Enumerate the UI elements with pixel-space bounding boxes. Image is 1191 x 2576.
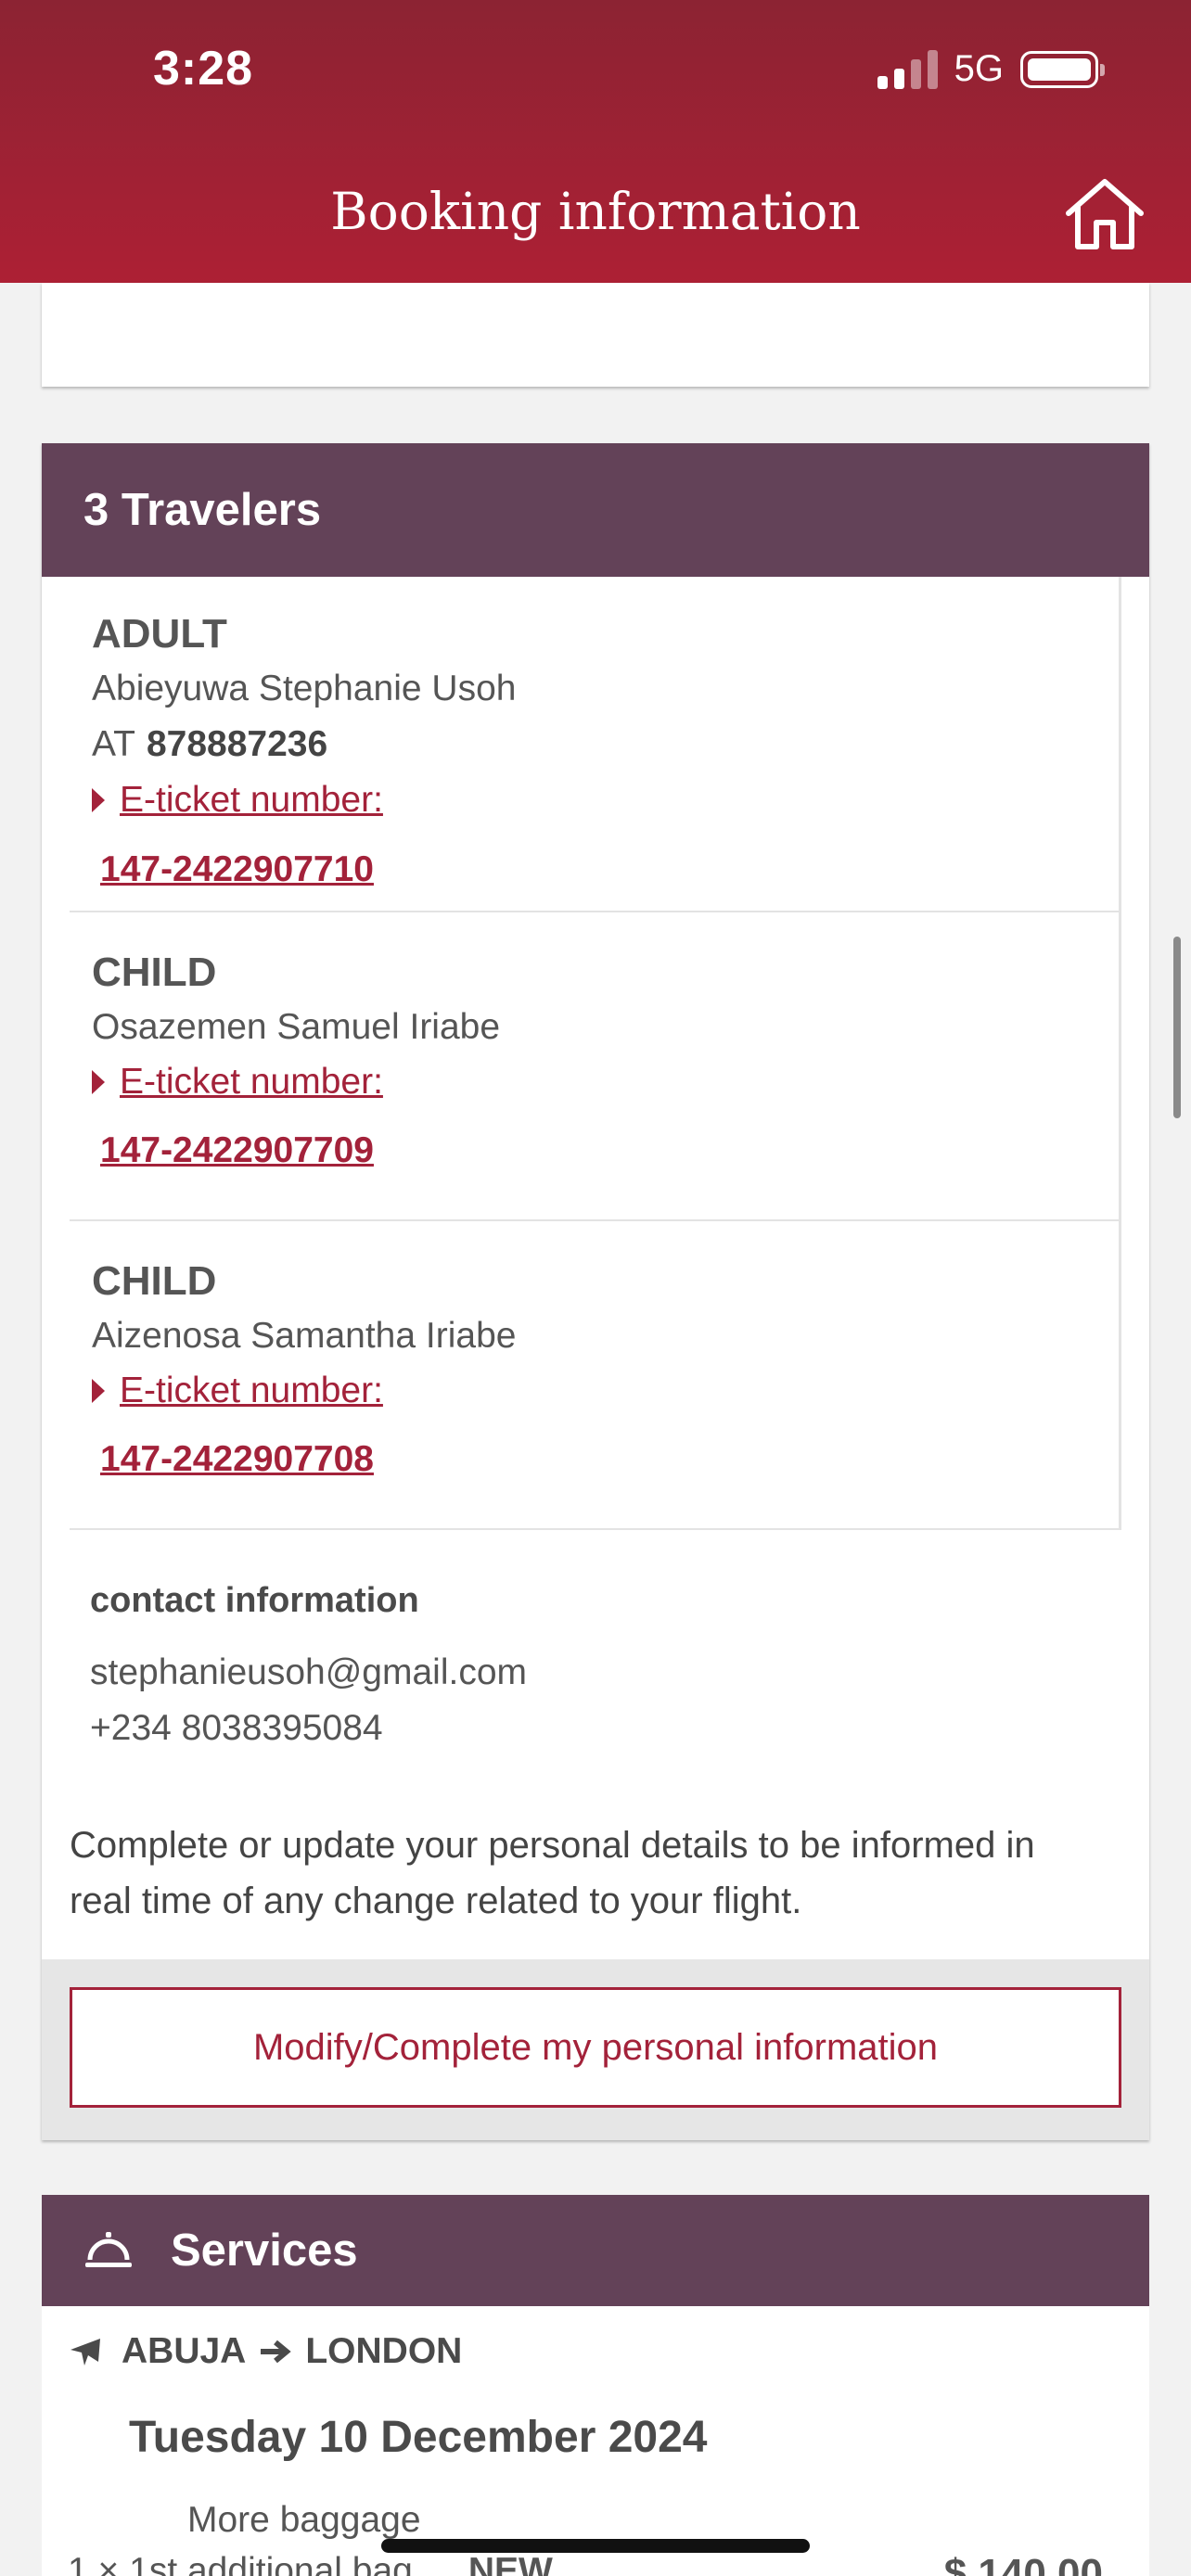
contact-email: stephanieusoh@gmail.com xyxy=(90,1652,528,1692)
previous-card xyxy=(42,283,1149,387)
traveler-document: AT 878887236 xyxy=(92,726,327,762)
traveler-item: CHILD Osazemen Samuel Iriabe E-ticket nu… xyxy=(70,912,1121,1221)
caret-right-icon xyxy=(92,1069,105,1094)
home-button[interactable] xyxy=(1063,176,1146,252)
service-item-price: $ 140.00 xyxy=(943,2551,1103,2576)
contact-phone: +234 8038395084 xyxy=(90,1708,383,1748)
document-number: 878887236 xyxy=(146,724,328,764)
traveler-type: CHILD xyxy=(92,1258,217,1304)
traveler-type: ADULT xyxy=(92,611,227,657)
travelers-list: ADULT Abieyuwa Stephanie Usoh AT 87888723… xyxy=(70,577,1121,1530)
flight-route: ABUJA LONDON xyxy=(68,2331,462,2372)
caret-right-icon xyxy=(92,787,105,812)
traveler-name: Osazemen Samuel Iriabe xyxy=(92,1007,501,1047)
scrollbar[interactable] xyxy=(1173,937,1181,1118)
service-item-badge: NEW xyxy=(467,2551,553,2576)
eticket-label: E-ticket number: xyxy=(120,1371,383,1410)
home-icon xyxy=(1066,179,1144,249)
travelers-card: 3 Travelers ADULT Abieyuwa Stephanie Uso… xyxy=(42,443,1149,2140)
service-item: 1 × 1st additional bag NEW $ 140.00 xyxy=(68,2551,1103,2576)
eticket-label: E-ticket number: xyxy=(120,1062,383,1102)
service-subheading: More baggage xyxy=(187,2500,421,2540)
plane-icon xyxy=(70,2339,100,2366)
status-indicators: 5G xyxy=(877,48,1105,90)
eticket-number[interactable]: 147-2422907708 xyxy=(100,1441,374,1477)
traveler-item: CHILD Aizenosa Samantha Iriabe E-ticket … xyxy=(70,1221,1121,1530)
page-title: Booking information xyxy=(330,182,861,241)
eticket-number[interactable]: 147-2422907710 xyxy=(100,851,374,887)
services-card: Services ABUJA LONDON Tuesday 10 Decembe… xyxy=(42,2195,1149,2576)
traveler-item: ADULT Abieyuwa Stephanie Usoh AT 87888723… xyxy=(70,577,1121,912)
app-header: 3:28 5G Booking information xyxy=(0,0,1191,283)
modify-area: Modify/Complete my personal information xyxy=(42,1959,1149,2140)
update-details-note: Complete or update your personal details… xyxy=(70,1825,1035,1921)
traveler-name: Abieyuwa Stephanie Usoh xyxy=(92,669,517,708)
battery-icon xyxy=(1020,50,1105,88)
eticket-label: E-ticket number: xyxy=(120,780,383,820)
home-indicator[interactable] xyxy=(381,2539,810,2553)
route-to: LONDON xyxy=(305,2331,463,2371)
eticket-toggle[interactable]: E-ticket number: xyxy=(92,1372,383,1409)
modify-personal-info-button[interactable]: Modify/Complete my personal information xyxy=(70,1987,1121,2108)
document-type: AT xyxy=(92,724,135,764)
route-from: ABUJA xyxy=(122,2331,247,2371)
contact-heading: contact information xyxy=(90,1581,419,1620)
service-date: Tuesday 10 December 2024 xyxy=(129,2413,708,2462)
traveler-name: Aizenosa Samantha Iriabe xyxy=(92,1316,517,1356)
travelers-title: 3 Travelers xyxy=(83,485,322,535)
arrow-right-icon xyxy=(261,2340,292,2364)
eticket-toggle[interactable]: E-ticket number: xyxy=(92,1064,383,1100)
caret-right-icon xyxy=(92,1378,105,1403)
traveler-type: CHILD xyxy=(92,950,217,995)
eticket-number[interactable]: 147-2422907709 xyxy=(100,1132,374,1168)
service-bell-icon xyxy=(85,2232,132,2267)
status-time: 3:28 xyxy=(153,42,254,96)
services-title: Services xyxy=(171,2225,358,2276)
services-header: Services xyxy=(42,2195,1149,2306)
travelers-header: 3 Travelers xyxy=(42,443,1149,577)
signal-icon xyxy=(877,49,938,89)
network-label: 5G xyxy=(954,48,1004,89)
service-item-label: 1 × 1st additional bag xyxy=(68,2551,413,2576)
contact-information: contact information stephanieusoh@gmail.… xyxy=(90,1581,527,1749)
eticket-toggle[interactable]: E-ticket number: xyxy=(92,782,383,818)
